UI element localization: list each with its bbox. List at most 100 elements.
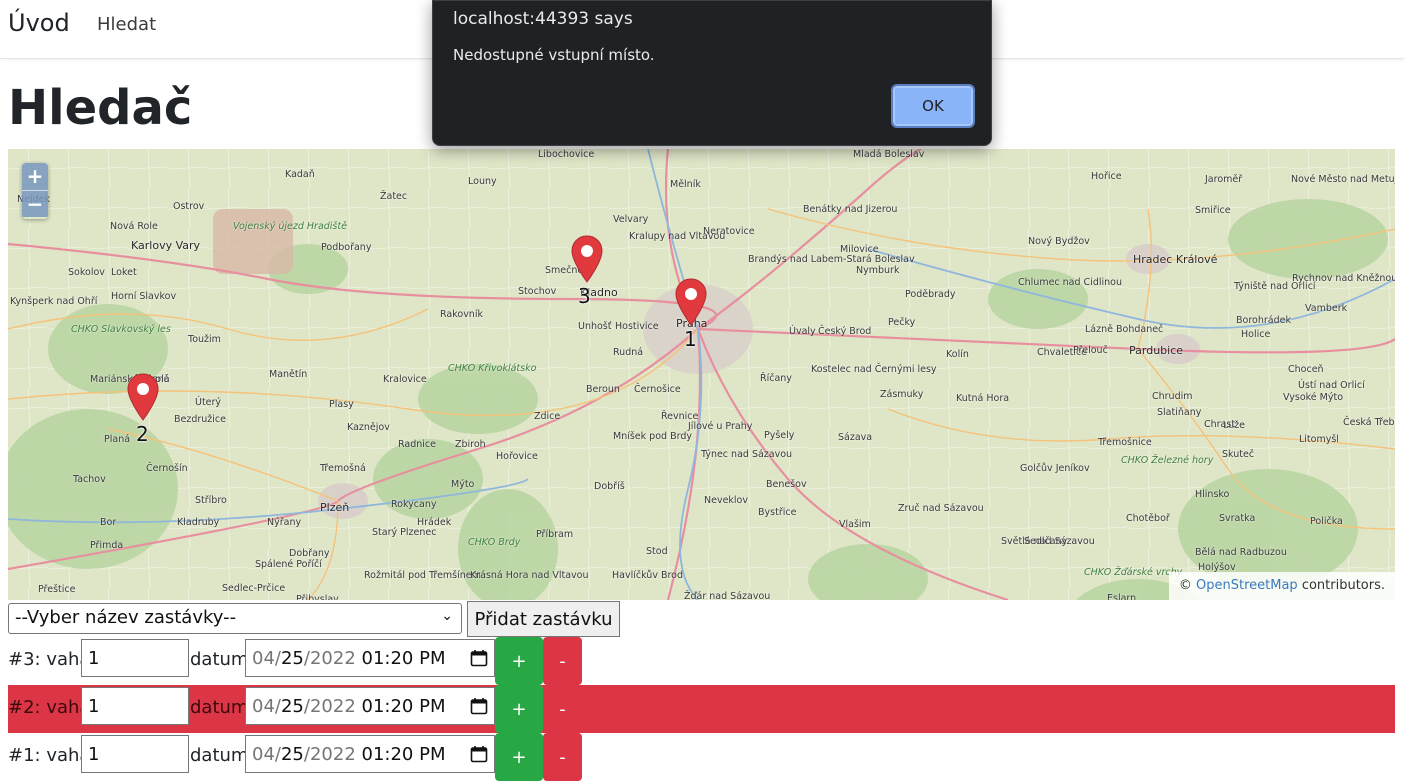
- map-place-label: Libochovice: [538, 149, 595, 160]
- map-place-label: Kralovice: [383, 374, 427, 385]
- datetime-input[interactable]: 04/25/2022 01:20 PM: [245, 687, 495, 725]
- decrease-button[interactable]: -: [543, 733, 582, 781]
- weight-input[interactable]: 1: [81, 639, 189, 677]
- map-place-label: Třemošná: [320, 463, 366, 474]
- map-place-label: Unhošť: [578, 321, 612, 332]
- stop-select[interactable]: --Vyber název zastávky-- ⌄: [8, 603, 462, 634]
- increase-button[interactable]: +: [495, 637, 543, 685]
- date-label: datum: [190, 697, 249, 718]
- map-place-label: Přimda: [90, 540, 124, 551]
- map-place-label: Mníšek pod Brdy: [613, 431, 692, 442]
- map-place-label: Rychnov nad Kněžnou: [1292, 273, 1395, 284]
- datetime-input[interactable]: 04/25/2022 01:20 PM: [245, 639, 495, 677]
- zoom-out-button[interactable]: −: [22, 190, 48, 217]
- increase-button[interactable]: +: [495, 685, 543, 733]
- map-place-label: Karlovy Vary: [131, 239, 201, 252]
- map-place-label: Sázava: [838, 432, 873, 443]
- map-place-label: Skuteč: [1222, 449, 1255, 460]
- map-place-label: Zdice: [534, 411, 561, 422]
- decrease-button[interactable]: -: [543, 637, 582, 685]
- increase-button[interactable]: +: [495, 733, 543, 781]
- calendar-icon[interactable]: [470, 745, 488, 763]
- map-place-label: Sokolov: [68, 267, 105, 278]
- map-place-label: Toužim: [188, 334, 221, 345]
- map-place-label: Hradec Králové: [1133, 253, 1218, 266]
- map-place-label: Česká Třebová: [1343, 417, 1395, 428]
- map-place-label: Lázně Bohdaneč: [1085, 324, 1164, 335]
- map-place-label: Svratka: [1219, 513, 1256, 524]
- map-marker-icon[interactable]: [126, 373, 160, 421]
- map-place-label: Žatec: [380, 191, 408, 202]
- map-place-label: Hořice: [1091, 171, 1122, 182]
- map-place-label: Mělník: [670, 179, 701, 190]
- map-place-label: Nýřany: [267, 517, 302, 528]
- nav-brand-link[interactable]: Úvod: [8, 9, 70, 37]
- stop-row: #3: vaha 1 datum 04/25/2022 01:20 PM + -: [0, 637, 1404, 685]
- map-marker-icon[interactable]: [674, 278, 708, 326]
- map-place-label: Pyšely: [764, 430, 795, 441]
- map-place-label: Vlašim: [839, 519, 871, 530]
- map-place-label: Zásmuky: [880, 389, 924, 400]
- map-zoom-control: + −: [22, 163, 48, 219]
- nav-link-search[interactable]: Hledat: [97, 14, 156, 35]
- marker-label: 2: [136, 422, 149, 446]
- map-place-label: Hořovice: [496, 451, 538, 462]
- map-place-label: Přibyslav: [296, 594, 339, 600]
- map-place-label: Sedlčany: [1024, 536, 1068, 547]
- map-place-label: Dobřany: [289, 548, 330, 559]
- dialog-ok-button[interactable]: OK: [891, 84, 975, 128]
- marker-label: 1: [684, 327, 697, 351]
- add-stop-button[interactable]: Přidat zastávku: [467, 601, 620, 637]
- stop-weight-label: #2: vaha: [8, 697, 91, 718]
- map-place-label: Stod: [646, 546, 668, 557]
- map-place-label: CHKO Křivoklátsko: [448, 363, 537, 374]
- map-place-label: Kutná Hora: [956, 393, 1010, 404]
- date-label: datum: [190, 745, 249, 766]
- map-place-label: Tachov: [73, 474, 106, 485]
- stop-row: #1: vaha 1 datum 04/25/2022 01:20 PM + -: [0, 733, 1404, 781]
- map-place-label: Neveklov: [704, 495, 748, 506]
- zoom-in-button[interactable]: +: [22, 163, 48, 190]
- map-marker-icon[interactable]: [570, 235, 604, 283]
- marker-label: 3: [578, 284, 591, 308]
- map-place-label: Pardubice: [1129, 344, 1184, 357]
- weight-input[interactable]: 1: [81, 735, 189, 773]
- map-place-label: Rožmitál pod Třemšínem: [364, 570, 481, 581]
- map-place-label: Havlíčkův Brod: [612, 570, 684, 581]
- map-place-label: Zruč nad Sázavou: [898, 503, 984, 514]
- map-place-label: Benátky nad Jizerou: [803, 204, 898, 215]
- map-place-label: Rudná: [613, 347, 644, 358]
- map-place-label: Chrast: [1204, 419, 1236, 430]
- weight-input[interactable]: 1: [81, 687, 189, 725]
- page-title: Hledač: [8, 80, 193, 136]
- map-place-label: Říčany: [760, 373, 792, 384]
- map-place-label: Úvaly: [789, 326, 816, 337]
- map-place-label: Holice: [1241, 329, 1271, 340]
- stop-row: #2: vaha 1 datum 04/25/2022 01:20 PM + -: [0, 685, 1404, 733]
- map-place-label: Vamberk: [1305, 303, 1348, 314]
- map-place-label: Nové Město nad Metují: [1291, 174, 1395, 185]
- map-place-label: Plzeň: [320, 501, 350, 514]
- map-place-label: Mýto: [451, 479, 475, 490]
- map-place-label: Kostelec nad Černými lesy: [811, 364, 937, 375]
- alert-dialog: localhost:44393 says Nedostupné vstupní …: [432, 0, 992, 146]
- calendar-icon[interactable]: [470, 649, 488, 667]
- map-place-label: Krásná Hora nad Vltavou: [470, 570, 589, 581]
- map-place-label: Chlumec nad Cidlinou: [1018, 277, 1122, 288]
- datetime-input[interactable]: 04/25/2022 01:20 PM: [245, 735, 495, 773]
- map-place-label: Stříbro: [195, 495, 227, 506]
- map-attribution: © OpenStreetMap contributors.: [1168, 572, 1395, 600]
- map[interactable]: Kadaň Louny Libochovice Mělník Mladá Bolesla…: [8, 149, 1395, 600]
- map-place-label: Třemošnice: [1098, 437, 1152, 448]
- map-place-label: Ostrov: [173, 201, 205, 212]
- map-place-label: Radnice: [398, 439, 436, 450]
- calendar-icon[interactable]: [470, 697, 488, 715]
- decrease-button[interactable]: -: [543, 685, 582, 733]
- map-place-label: Příbram: [536, 529, 574, 540]
- osm-link[interactable]: OpenStreetMap: [1196, 578, 1298, 593]
- map-place-label: Bělá nad Radbuzou: [1195, 547, 1287, 558]
- map-place-label: Starý Plzenec: [372, 527, 437, 538]
- stop-weight-label: #1: vaha: [8, 745, 91, 766]
- map-place-label: Poděbrady: [905, 289, 956, 300]
- map-place-label: Velvary: [613, 214, 649, 225]
